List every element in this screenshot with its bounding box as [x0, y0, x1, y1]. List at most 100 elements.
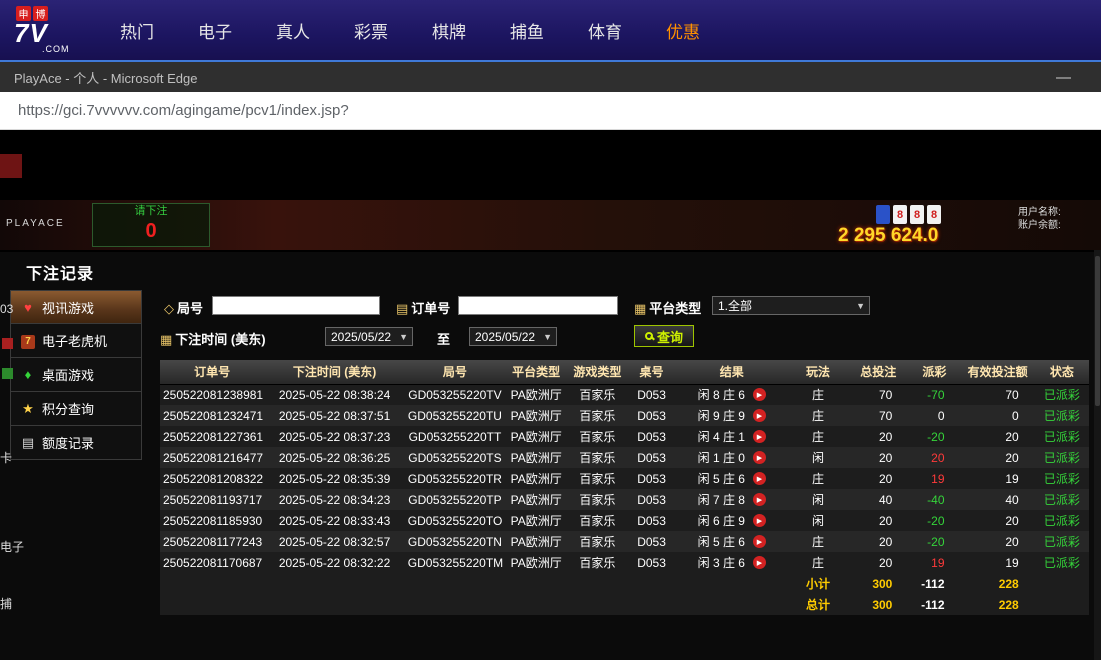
cell-order: 250522081227361 — [160, 426, 264, 447]
cell-game-type: 百家乐 — [567, 531, 627, 552]
column-header: 平台类型 — [505, 360, 567, 384]
cell-time: 2025-05-22 08:38:24 — [264, 384, 404, 405]
sidebar-item-4[interactable]: ▤额度记录 — [10, 426, 142, 460]
playing-cards-icon: ♥ — [19, 300, 37, 315]
cell-valid-bet: 0 — [961, 405, 1035, 426]
cell-total-bet: 20 — [848, 426, 908, 447]
play-button[interactable]: ▶ — [753, 451, 766, 464]
cell-empty — [264, 594, 404, 615]
site-logo[interactable]: 申 博 7V .COM — [14, 6, 102, 54]
sidebar-item-label: 桌面游戏 — [42, 365, 94, 384]
play-button[interactable]: ▶ — [753, 493, 766, 506]
cell-result: 闲 5 庄 6▶ — [676, 531, 788, 552]
cell-order: 250522081216477 — [160, 447, 264, 468]
scrollbar[interactable] — [1094, 250, 1101, 660]
nav-item-2[interactable]: 真人 — [276, 18, 310, 43]
sidebar-item-0[interactable]: ♥视讯游戏 — [10, 290, 142, 324]
records-icon: ▤ — [19, 435, 37, 451]
platform-type-select[interactable]: 1.全部 ▼ — [712, 296, 870, 315]
summary-total-bet: 300 — [848, 573, 908, 594]
play-button[interactable]: ▶ — [753, 472, 766, 485]
cell-play: 庄 — [788, 384, 848, 405]
scrollbar-thumb[interactable] — [1095, 256, 1100, 406]
sidebar-item-1[interactable]: 7电子老虎机 — [10, 324, 142, 358]
cell-payout: 19 — [908, 468, 960, 489]
cell-game-type: 百家乐 — [567, 552, 627, 573]
result-text: 闲 1 庄 0 — [698, 449, 745, 466]
bet-records-table: 订单号下注时间 (美东)局号平台类型游戏类型桌号结果玩法总投注派彩有效投注额状态… — [160, 360, 1089, 615]
cell-empty — [676, 573, 788, 594]
minimize-button[interactable]: — — [1056, 69, 1071, 86]
chevron-down-icon: ▼ — [852, 301, 869, 311]
cell-round: GD053255220TO — [405, 510, 505, 531]
cell-payout: -70 — [908, 384, 960, 405]
user-name-label: 用户名称: — [1018, 206, 1061, 219]
cell-table-number: D053 — [627, 552, 675, 573]
card-icon: 8 — [910, 205, 924, 224]
round-number-input[interactable] — [212, 296, 380, 315]
bet-time-label: ▦下注时间 (美东) — [160, 329, 266, 348]
search-button[interactable]: 查询 — [634, 325, 694, 347]
result-wrap: 闲 1 庄 0 ▶ — [679, 449, 785, 466]
cell-payout: -40 — [908, 489, 960, 510]
cell-play: 庄 — [788, 426, 848, 447]
cell-game-type: 百家乐 — [567, 384, 627, 405]
summary-row: 小计300-112228 — [160, 573, 1089, 594]
cell-platform: PA欧洲厅 — [505, 384, 567, 405]
cell-time: 2025-05-22 08:32:22 — [264, 552, 404, 573]
nav-item-6[interactable]: 体育 — [588, 18, 622, 43]
url-text[interactable]: https://gci.7vvvvvv.com/agingame/pcv1/in… — [18, 102, 349, 119]
grid-icon: ▦ — [634, 301, 646, 316]
filters: ◇局号 ▤订单号 ▦平台类型 1.全部 ▼ ▦下注时间 (美东) 2025/05… — [160, 290, 1089, 356]
cell-status: 已派彩 — [1035, 384, 1089, 405]
nav-item-3[interactable]: 彩票 — [354, 18, 388, 43]
calendar-icon: ▦ — [160, 332, 172, 347]
cell-payout: -20 — [908, 531, 960, 552]
date-to-value: 2025/05/22 — [475, 330, 535, 344]
balance-label: 账户余额: — [1018, 219, 1061, 232]
result-wrap: 闲 5 庄 6▶ — [679, 533, 785, 550]
nav-item-5[interactable]: 捕鱼 — [510, 18, 544, 43]
sidebar-item-3[interactable]: ★积分查询 — [10, 392, 142, 426]
result-text: 闲 5 庄 6 — [698, 470, 745, 487]
magnifier-icon — [645, 332, 653, 340]
cell-empty — [160, 594, 264, 615]
cell-table-number: D053 — [627, 447, 675, 468]
order-number-input[interactable] — [458, 296, 618, 315]
cell-status: 已派彩 — [1035, 531, 1089, 552]
card-icon: 8 — [927, 205, 941, 224]
cell-result: 闲 6 庄 9▶ — [676, 510, 788, 531]
nav-item-4[interactable]: 棋牌 — [432, 18, 466, 43]
play-button[interactable]: ▶ — [753, 556, 766, 569]
date-from-select[interactable]: 2025/05/22 ▼ — [325, 327, 413, 346]
date-to-select[interactable]: 2025/05/22 ▼ — [469, 327, 557, 346]
search-button-label: 查询 — [657, 327, 683, 346]
cell-platform: PA欧洲厅 — [505, 405, 567, 426]
play-button[interactable]: ▶ — [753, 430, 766, 443]
play-button[interactable]: ▶ — [753, 535, 766, 548]
play-button[interactable]: ▶ — [753, 388, 766, 401]
cell-status: 已派彩 — [1035, 489, 1089, 510]
cell-platform: PA欧洲厅 — [505, 468, 567, 489]
nav-item-7[interactable]: 优惠 — [666, 18, 700, 43]
platform-type-value: 1.全部 — [718, 297, 752, 314]
cell-play: 闲 — [788, 447, 848, 468]
cell-round: GD053255220TM — [405, 552, 505, 573]
column-header: 游戏类型 — [567, 360, 627, 384]
play-button[interactable]: ▶ — [753, 409, 766, 422]
play-button[interactable]: ▶ — [753, 514, 766, 527]
column-header: 玩法 — [788, 360, 848, 384]
nav-item-1[interactable]: 电子 — [198, 18, 232, 43]
cell-payout: 0 — [908, 405, 960, 426]
nav-item-0[interactable]: 热门 — [120, 18, 154, 43]
cell-total-bet: 20 — [848, 468, 908, 489]
cell-table-number: D053 — [627, 510, 675, 531]
cell-order: 250522081232471 — [160, 405, 264, 426]
logo-subtext: .COM — [42, 45, 102, 54]
browser-address-bar[interactable]: https://gci.7vvvvvv.com/agingame/pcv1/in… — [0, 92, 1101, 130]
cell-round: GD053255220TN — [405, 531, 505, 552]
cell-valid-bet: 40 — [961, 489, 1035, 510]
cell-empty — [405, 573, 505, 594]
sidebar-item-2[interactable]: ♦桌面游戏 — [10, 358, 142, 392]
left-red-fragment — [0, 154, 22, 178]
